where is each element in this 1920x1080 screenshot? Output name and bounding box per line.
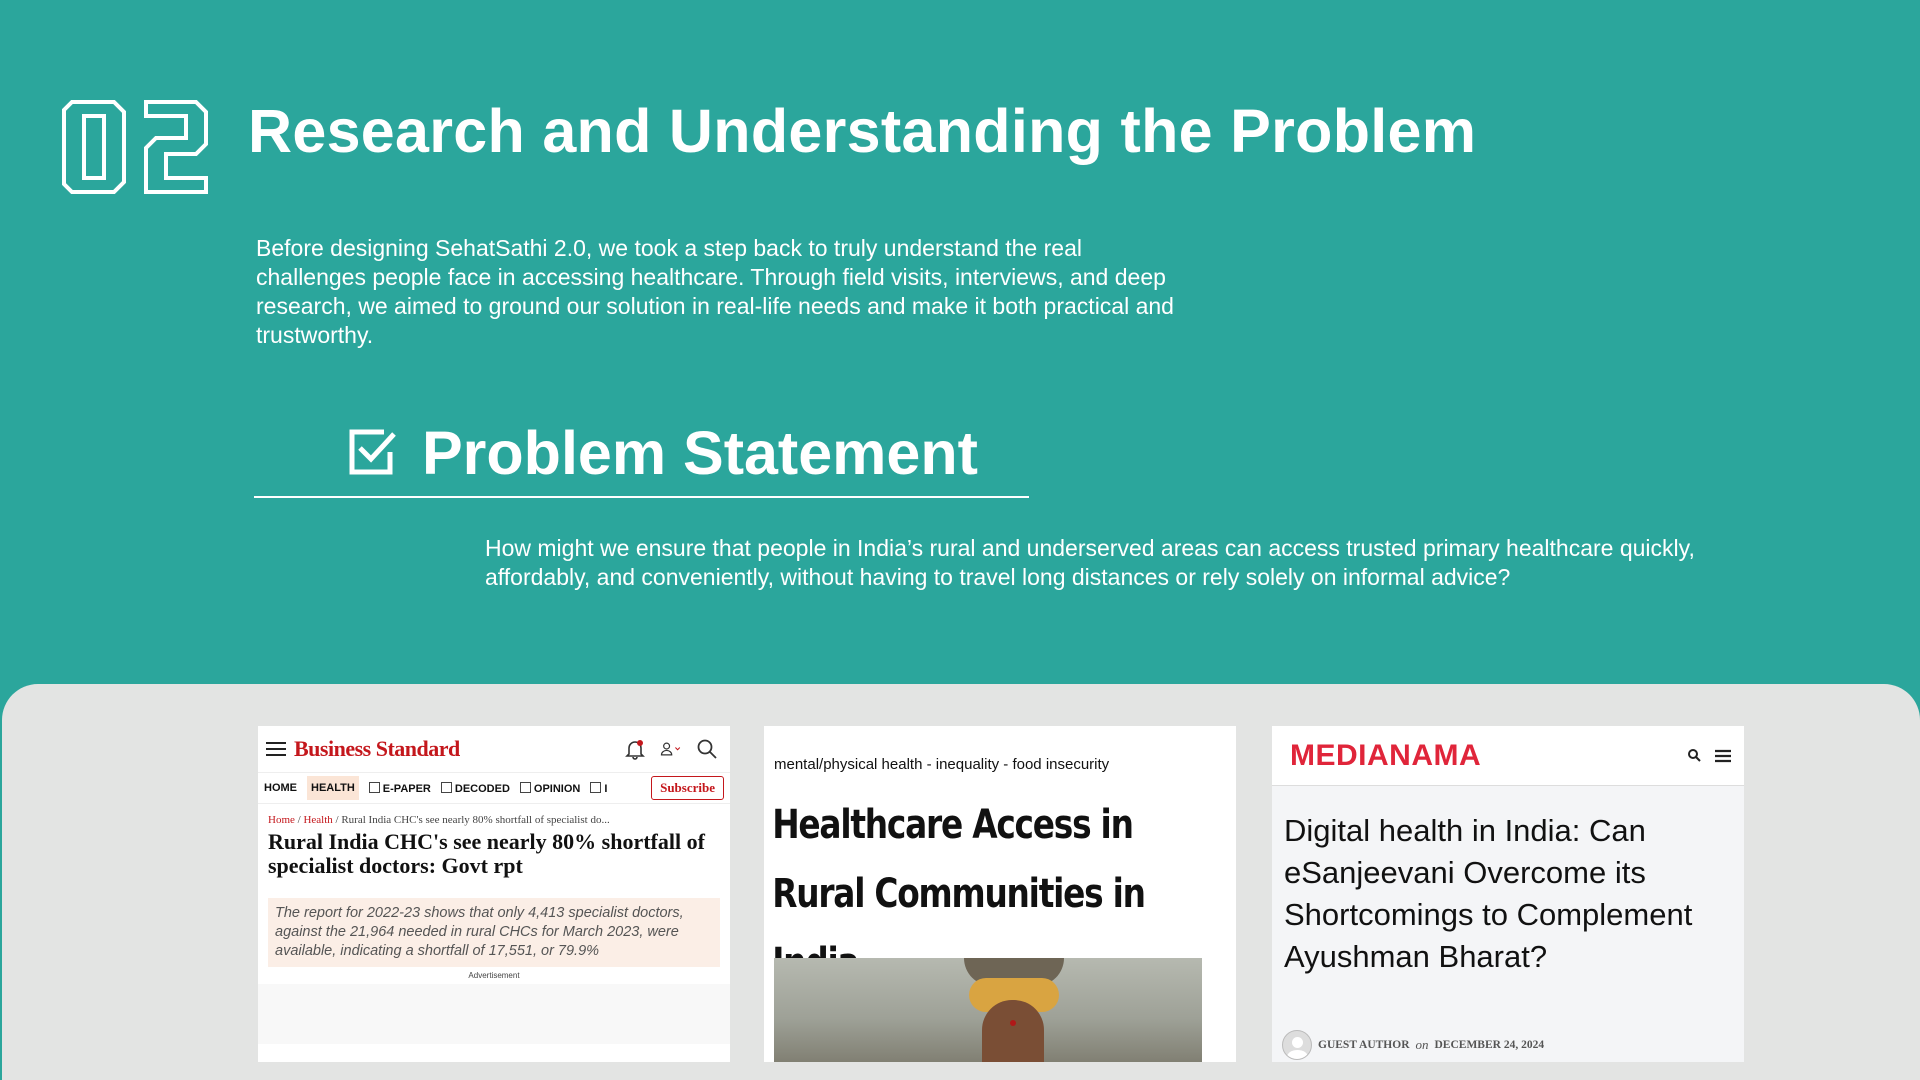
article-tags: mental/physical health - inequality - fo…: [774, 756, 1110, 773]
article-card-healthcare-access[interactable]: mental/physical health - inequality - fo…: [764, 726, 1236, 1062]
decoded-icon: [440, 781, 452, 793]
nav-home[interactable]: HOME: [264, 782, 297, 794]
pen-icon: [590, 781, 602, 793]
mn-header: MEDIANAMA: [1272, 726, 1744, 786]
bell-icon[interactable]: [624, 738, 646, 760]
crumb-home[interactable]: Home: [268, 814, 295, 826]
breadcrumb: Home / Health / Rural India CHC's see ne…: [268, 814, 610, 826]
search-icon[interactable]: [1686, 747, 1704, 765]
article-meta: GUEST AUTHOR on DECEMBER 24, 2024: [1282, 1030, 1544, 1060]
nav-epaper[interactable]: E-PAPER: [368, 781, 431, 795]
search-icon[interactable]: [696, 738, 718, 760]
problem-statement-text: How might we ensure that people in India…: [485, 535, 1695, 590]
author-name[interactable]: GUEST AUTHOR: [1318, 1039, 1410, 1051]
problem-statement-title: Problem Statement: [422, 419, 978, 487]
nav-opinion[interactable]: OPINION: [519, 781, 580, 795]
bs-header: Business Standard: [258, 726, 730, 772]
bs-nav: HOME HEALTH E-PAPER DECODED OPINION I Su…: [258, 772, 730, 804]
bs-logo[interactable]: Business Standard: [294, 736, 460, 762]
article-card-business-standard[interactable]: Business Standard HOME HEALTH E-PAPER DE…: [258, 726, 730, 1062]
opinion-icon: [519, 781, 531, 793]
problem-statement-heading: Problem Statement: [344, 418, 978, 488]
avatar: [1282, 1030, 1312, 1060]
article-card-medianama[interactable]: MEDIANAMA Digital health in India: Can e…: [1272, 726, 1744, 1062]
meta-separator: on: [1415, 1037, 1429, 1052]
mn-logo[interactable]: MEDIANAMA: [1290, 739, 1481, 773]
mn-headline[interactable]: Digital health in India: Can eSanjeevani…: [1272, 786, 1744, 978]
section-number: [62, 100, 208, 194]
intro-paragraph: Before designing SehatSathi 2.0, we took…: [256, 235, 1174, 348]
subscribe-button[interactable]: Subscribe: [651, 776, 724, 800]
nav-more[interactable]: I: [590, 781, 607, 795]
bs-summary: The report for 2022-23 shows that only 4…: [268, 898, 720, 967]
divider: [254, 496, 1029, 498]
publish-date: DECEMBER 24, 2024: [1434, 1039, 1545, 1051]
checkbox-icon: [349, 429, 396, 475]
bs-headline[interactable]: Rural India CHC's see nearly 80% shortfa…: [258, 826, 730, 878]
article-photo: [774, 958, 1202, 1062]
menu-icon[interactable]: [1714, 747, 1732, 765]
advertisement-slot: [258, 984, 730, 1044]
menu-icon[interactable]: [266, 742, 286, 756]
crumb-current: / Rural India CHC's see nearly 80% short…: [332, 814, 610, 826]
advertisement-label: Advertisement: [468, 971, 520, 980]
crumb-health[interactable]: Health: [303, 814, 332, 826]
newspaper-icon: [368, 781, 380, 793]
nav-decoded[interactable]: DECODED: [440, 781, 510, 795]
nav-health[interactable]: HEALTH: [307, 776, 359, 800]
section-title: Research and Understanding the Problem: [248, 97, 1477, 165]
user-icon[interactable]: [660, 738, 682, 760]
